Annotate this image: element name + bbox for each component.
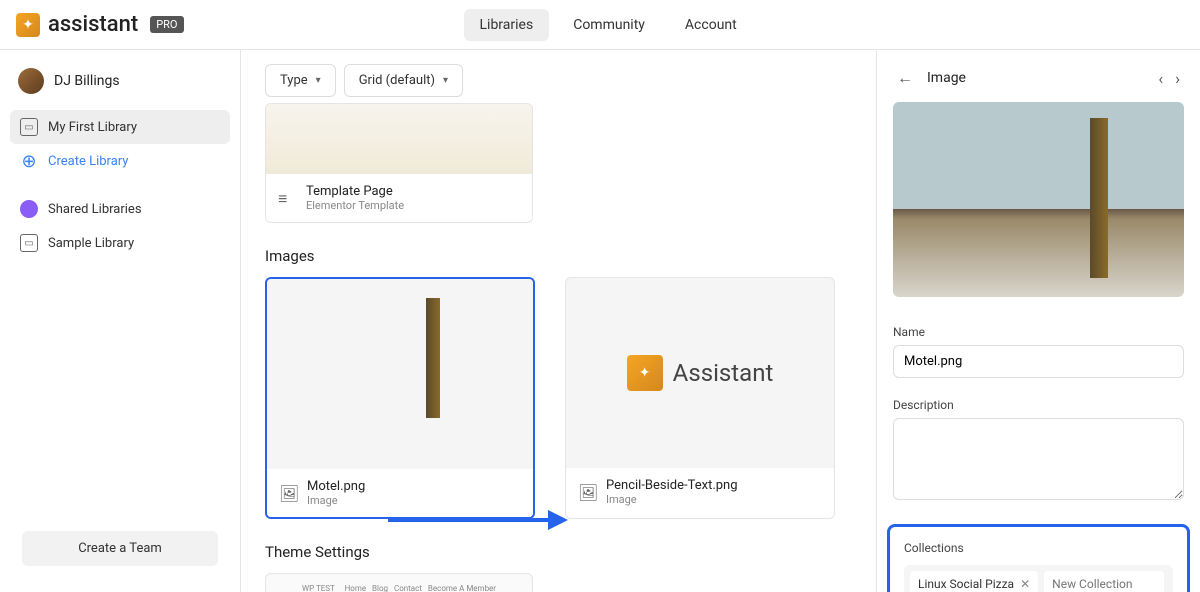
section-theme-title: Theme Settings	[265, 543, 852, 561]
chevron-down-icon: ▾	[316, 75, 321, 86]
template-icon: ≡	[278, 189, 296, 207]
avatar[interactable]	[18, 68, 44, 94]
panel-title: Image	[927, 70, 966, 86]
collection-tag: Linux Social Pizza ✕	[910, 571, 1038, 592]
image-card-motel[interactable]: 🖼 Motel.png Image	[265, 277, 535, 519]
template-thumb	[266, 104, 532, 174]
new-collection-input[interactable]	[1044, 571, 1164, 592]
sidebar-item-shared[interactable]: Shared Libraries	[10, 192, 230, 226]
filter-label: Grid (default)	[359, 73, 435, 88]
sidebar-item-label: My First Library	[48, 120, 137, 135]
image-thumb	[267, 279, 533, 469]
tab-community[interactable]: Community	[557, 9, 661, 41]
template-subtitle: Elementor Template	[306, 199, 404, 212]
sidebar-item-create-library[interactable]: ⊕ Create Library	[10, 144, 230, 178]
tab-account[interactable]: Account	[669, 9, 753, 41]
prev-button[interactable]: ‹	[1154, 65, 1167, 92]
template-title: Template Page	[306, 184, 404, 199]
section-images-title: Images	[265, 247, 852, 265]
sidebar-item-label: Sample Library	[48, 236, 134, 251]
image-title: Motel.png	[307, 479, 365, 494]
image-icon: 🖼	[279, 484, 297, 502]
name-label: Name	[893, 325, 1184, 339]
filter-label: Type	[280, 73, 308, 88]
sidebar-item-sample[interactable]: ▭ Sample Library	[10, 226, 230, 260]
create-team-button[interactable]: Create a Team	[22, 531, 218, 566]
library-icon: ▭	[20, 234, 38, 252]
collections-label: Collections	[904, 541, 1173, 555]
back-button[interactable]: ←	[893, 64, 917, 92]
remove-tag-icon[interactable]: ✕	[1020, 577, 1030, 591]
shared-icon	[20, 200, 38, 218]
theme-card[interactable]: WP TEST Home Blog Contact Become A Membe…	[265, 573, 533, 592]
template-card[interactable]: ≡ Template Page Elementor Template	[265, 103, 533, 223]
collection-tag-label: Linux Social Pizza	[918, 577, 1014, 591]
layout-filter[interactable]: Grid (default) ▾	[344, 64, 463, 97]
brand-name: assistant	[48, 12, 138, 37]
image-subtitle: Image	[307, 494, 365, 507]
image-subtitle: Image	[606, 493, 738, 506]
sidebar-item-first-library[interactable]: ▭ My First Library	[10, 110, 230, 144]
image-preview	[893, 102, 1184, 297]
plus-icon: ⊕	[20, 152, 38, 170]
tab-libraries[interactable]: Libraries	[464, 9, 550, 41]
name-input[interactable]	[893, 345, 1184, 378]
sidebar-item-label: Create Library	[48, 154, 128, 169]
description-label: Description	[893, 398, 1184, 412]
brand-icon: ✦	[16, 13, 40, 37]
assistant-label: Assistant	[673, 359, 774, 387]
image-thumb: ✦Assistant	[566, 278, 834, 468]
image-icon: 🖼	[578, 483, 596, 501]
image-title: Pencil-Beside-Text.png	[606, 478, 738, 493]
type-filter[interactable]: Type ▾	[265, 64, 336, 97]
pro-badge: PRO	[150, 16, 183, 33]
library-icon: ▭	[20, 118, 38, 136]
description-input[interactable]	[893, 418, 1184, 500]
sidebar-item-label: Shared Libraries	[48, 202, 142, 217]
image-card-pencil[interactable]: ✦Assistant 🖼 Pencil-Beside-Text.png Imag…	[565, 277, 835, 519]
user-name: DJ Billings	[54, 73, 120, 89]
next-button[interactable]: ›	[1171, 65, 1184, 92]
chevron-down-icon: ▾	[443, 75, 448, 86]
